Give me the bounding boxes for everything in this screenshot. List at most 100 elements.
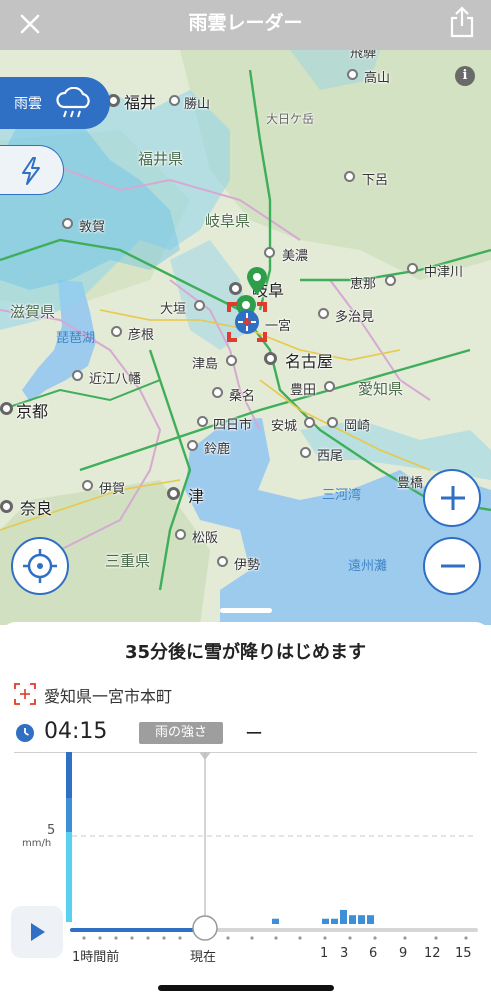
timeline-label-1: 1 xyxy=(320,946,329,961)
timeline-tick xyxy=(298,936,302,940)
map-dot-nakatsugawa xyxy=(407,263,418,274)
map-label-dainichigatake: 大日ケ岳 xyxy=(266,112,315,126)
map-label-takayama: 高山 xyxy=(364,71,391,86)
map-dot-hikone xyxy=(111,326,122,337)
timeline-tick xyxy=(162,936,166,940)
map-label-ise: 伊勢 xyxy=(234,558,261,573)
timeline-tick xyxy=(82,936,86,940)
map-dot-iga xyxy=(82,480,93,491)
locate-button[interactable] xyxy=(11,537,69,595)
forecast-headline: 35分後に雪が降りはじめます xyxy=(124,642,367,663)
lightning-icon xyxy=(22,157,40,185)
map-label-nagoya: 名古屋 xyxy=(285,352,334,371)
timeline-tick xyxy=(226,936,230,940)
timeline-tick xyxy=(250,936,254,940)
map-label-enshu-nada: 遠州灘 xyxy=(348,559,388,574)
clock-hands xyxy=(24,728,29,736)
forecast-bar xyxy=(322,918,329,924)
timeline-thumb[interactable] xyxy=(192,915,218,941)
timeline-label-past: 1時間前 xyxy=(72,950,120,965)
map-dot-kuwana xyxy=(212,387,223,398)
map-label-mikawa-bay: 三河湾 xyxy=(322,488,362,503)
play-button[interactable] xyxy=(11,906,63,958)
map-dot-anjo xyxy=(304,417,315,428)
timeline-tick xyxy=(114,936,118,940)
locate-crosshair-icon xyxy=(23,549,57,583)
page-title: 雨雲レーダー xyxy=(188,12,303,34)
map-label-omihachiman: 近江八幡 xyxy=(89,372,142,387)
intensity-value: ー xyxy=(245,724,263,745)
timeline-tick xyxy=(434,936,438,940)
timeline-label-15: 15 xyxy=(455,946,472,961)
forecast-bar xyxy=(272,918,279,924)
forecast-bar xyxy=(358,915,365,924)
map-dot-ise xyxy=(217,556,228,567)
map-label-toyota: 豊田 xyxy=(290,383,317,398)
rain-cloud-tab[interactable]: 雨雲 xyxy=(0,77,110,129)
rain-cloud-icon xyxy=(56,87,90,118)
info-icon[interactable]: i xyxy=(455,66,475,86)
map-label-fukui: 福井 xyxy=(124,93,157,112)
home-indicator xyxy=(158,985,334,991)
map-label-shiga-pref: 滋賀県 xyxy=(10,303,56,321)
map-label-tsushima: 津島 xyxy=(192,357,219,372)
timeline-tick xyxy=(403,936,407,940)
forecast-bar xyxy=(331,918,338,924)
map-label-aichi-pref: 愛知県 xyxy=(358,380,404,398)
map-dot-tsuruga xyxy=(62,218,73,229)
map-label-mino: 美濃 xyxy=(282,249,309,264)
timeline-label-3: 3 xyxy=(340,946,349,961)
map-label-nishio: 西尾 xyxy=(317,449,344,464)
forecast-time: 04:15 xyxy=(44,719,108,744)
map-label-fukui-pref: 福井県 xyxy=(138,150,184,168)
map-label-hida: 飛騨 xyxy=(350,50,377,61)
map-label-iga: 伊賀 xyxy=(99,482,126,497)
map-label-katsuyama: 勝山 xyxy=(184,97,211,112)
map-label-ogaki: 大垣 xyxy=(160,302,187,317)
map-label-anjo: 安城 xyxy=(271,419,298,434)
radar-map[interactable]: 福井 勝山 高山 飛騨 下呂 敦賀 美濃 岐阜 恵那 中津川 大垣 彦根 一宮 … xyxy=(0,50,491,625)
header-bar: 雨雲レーダー xyxy=(0,0,491,50)
lightning-tab[interactable] xyxy=(0,145,64,195)
timeline-tick xyxy=(464,936,468,940)
past-strip-mid xyxy=(66,798,72,832)
map-dot-nagoya xyxy=(264,352,277,365)
map-dot-tsu xyxy=(167,487,180,500)
map-label-nara: 奈良 xyxy=(20,499,53,518)
minus-icon xyxy=(441,564,465,568)
unit-value: 5 xyxy=(47,823,56,838)
map-dot-nara xyxy=(0,500,13,513)
map-dot-tsushima xyxy=(226,355,237,366)
timeline-tick xyxy=(323,936,327,940)
map-dot-kyoto xyxy=(0,402,13,415)
timeline-label-6: 6 xyxy=(369,946,378,961)
map-dot-tajimi xyxy=(318,308,329,319)
rain-intensity-chart[interactable] xyxy=(0,752,491,967)
timeline-tick xyxy=(348,936,352,940)
map-dot-matsusaka xyxy=(175,529,186,540)
map-dot-omihachiman xyxy=(72,370,83,381)
timeline-label-now: 現在 xyxy=(190,950,217,965)
map-dot-toyota xyxy=(324,381,335,392)
map-dot-okazaki xyxy=(327,417,338,428)
sheet-drag-handle[interactable] xyxy=(220,608,272,613)
map-label-biwako: 琵琶湖 xyxy=(56,331,96,346)
location-name: 愛知県一宮市本町 xyxy=(44,687,173,706)
map-label-hikone: 彦根 xyxy=(128,328,155,343)
map-label-tsuruga: 敦賀 xyxy=(79,220,106,235)
share-icon[interactable] xyxy=(447,4,477,40)
timeline-tick xyxy=(178,936,182,940)
map-dot-yokkaichi xyxy=(197,416,208,427)
map-dot-gero xyxy=(344,171,355,182)
past-strip-dark xyxy=(66,752,72,798)
plus-icon xyxy=(441,486,465,510)
timeline-tick xyxy=(98,936,102,940)
zoom-out-button[interactable] xyxy=(423,537,481,595)
zoom-in-button[interactable] xyxy=(423,469,481,527)
location-target-icon[interactable] xyxy=(226,301,268,343)
map-label-kuwana: 桑名 xyxy=(229,389,256,404)
map-dot-takayama xyxy=(347,69,358,80)
map-label-gifu-pref: 岐阜県 xyxy=(205,212,251,230)
map-label-suzuka: 鈴鹿 xyxy=(204,442,231,457)
map-label-yokkaichi: 四日市 xyxy=(213,418,253,433)
